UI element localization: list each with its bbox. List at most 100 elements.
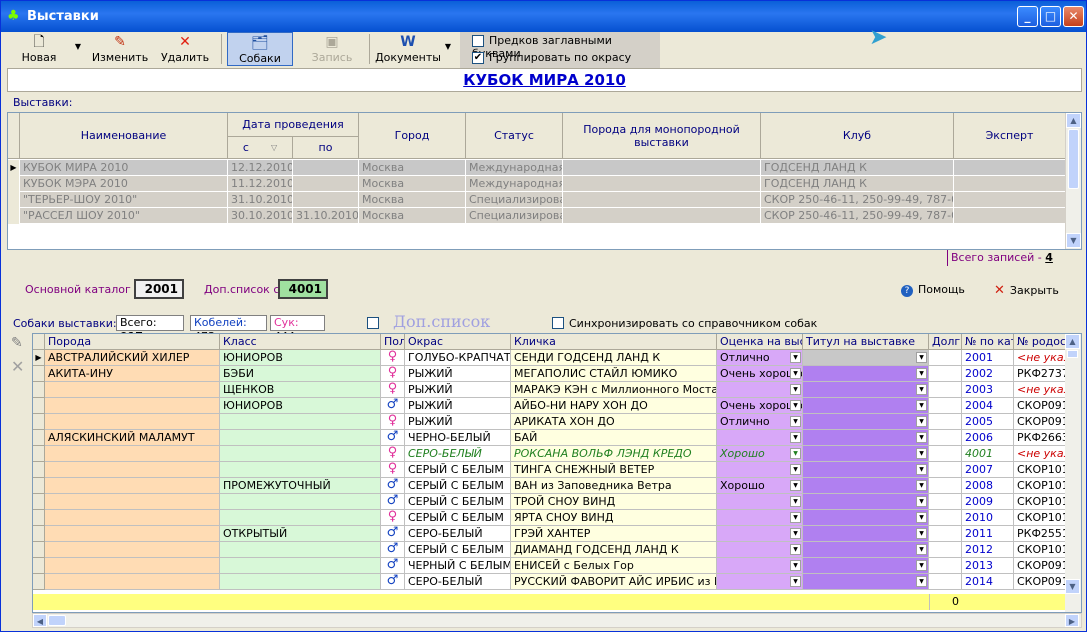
cell-name[interactable]: ДИАМАНД ГОДСЕНД ЛАНД К — [511, 542, 717, 558]
dropdown-arrow-icon[interactable]: ▼ — [790, 576, 801, 587]
col-dolg-header[interactable]: Долг — [929, 334, 962, 350]
table-row[interactable]: ♂ ЧЕРНЫЙ С БЕЛЫМ ЕНИСЕЙ с Белых Гор ▼ ▼ 2013 С… — [33, 558, 1067, 574]
help-button[interactable]: ? Помощь — [901, 283, 965, 297]
cell-eval[interactable]: ▼ — [717, 494, 803, 510]
cell-rod[interactable]: РКФ2737 — [1014, 366, 1067, 382]
cell-color[interactable]: ГОЛУБО-КРАПЧАТЫЙ — [405, 350, 511, 366]
cell-eval[interactable]: ▼ — [717, 510, 803, 526]
cell-name[interactable]: РУССКИЙ ФАВОРИТ АЙС ИРБИС из Го — [511, 574, 717, 590]
cell-num[interactable]: 2006 — [962, 430, 1014, 446]
table-row[interactable]: ОТКРЫТЫЙ ♂ СЕРО-БЕЛЫЙ ГРЭЙ ХАНТЕР ▼ ▼ 2011 РКФ2… — [33, 526, 1067, 542]
dropdown-arrow-icon[interactable]: ▼ — [916, 352, 927, 363]
cell-class[interactable] — [220, 414, 381, 430]
cell-sex[interactable]: ♂ — [381, 398, 405, 414]
cell-color[interactable]: ЧЕРНЫЙ С БЕЛЫМ — [405, 558, 511, 574]
cell-color[interactable]: СЕРО-БЕЛЫЙ — [405, 526, 511, 542]
scroll-thumb[interactable] — [1067, 350, 1078, 358]
dogs-button[interactable]: 🗂 Собаки — [227, 32, 293, 66]
col-status-header[interactable]: Статус — [466, 113, 563, 159]
dropdown-arrow-icon[interactable]: ▼ — [790, 560, 801, 571]
cell-name[interactable]: РОКСАНА ВОЛЬФ ЛЭНД КРЕДО — [511, 446, 717, 462]
col-date-to-header[interactable]: по — [293, 137, 359, 159]
col-expert-header[interactable]: Эксперт — [954, 113, 1066, 159]
cell-num[interactable]: 2002 — [962, 366, 1014, 382]
cell-class[interactable] — [220, 510, 381, 526]
cell-sex[interactable]: ♀ — [381, 350, 405, 366]
cell-eval[interactable]: ▼ — [717, 574, 803, 590]
cell-class[interactable]: БЭБИ — [220, 366, 381, 382]
dogs-grid[interactable]: Порода Класс Пол Окрас Кличка Оценка на … — [32, 333, 1082, 613]
col-class-header[interactable]: Класс — [220, 334, 381, 350]
table-row[interactable]: ПРОМЕЖУТОЧНЫЙ ♂ СЕРЫЙ С БЕЛЫМ ВАН из Запове… — [33, 478, 1067, 494]
cell-breed[interactable] — [45, 414, 220, 430]
col-name-header[interactable]: Наименование — [20, 113, 228, 159]
cell-sex[interactable]: ♀ — [381, 510, 405, 526]
dropdown-arrow-icon[interactable]: ▼ — [790, 352, 801, 363]
cell-sex[interactable]: ♂ — [381, 558, 405, 574]
cell-rod[interactable]: <не указа — [1014, 446, 1067, 462]
cell-class[interactable]: ЩЕНКОВ — [220, 382, 381, 398]
table-row[interactable]: "РАССЕЛ ШОУ 2010" 30.10.2010 31.10.2010 … — [8, 208, 1068, 224]
dropdown-arrow-icon[interactable]: ▼ — [790, 512, 801, 523]
dogs-vertical-scrollbar[interactable]: ▲ ▼ — [1065, 334, 1081, 612]
cell-color[interactable]: СЕРЫЙ С БЕЛЫМ — [405, 478, 511, 494]
dropdown-arrow-icon[interactable]: ▼ — [916, 432, 927, 443]
cell-breed[interactable] — [45, 542, 220, 558]
cell-rod[interactable]: СКОР091 — [1014, 558, 1067, 574]
dropdown-arrow-icon[interactable]: ▼ — [916, 368, 927, 379]
cell-eval[interactable]: ▼ — [717, 526, 803, 542]
cell-title[interactable]: ▼ — [803, 526, 929, 542]
table-row[interactable]: АКИТА-ИНУ БЭБИ ♀ РЫЖИЙ МЕГАПОЛИС СТАЙЛ ЮМИКО… — [33, 366, 1067, 382]
dropdown-arrow-icon[interactable]: ▼ — [916, 560, 927, 571]
col-breed-header[interactable]: Порода — [45, 334, 220, 350]
cell-dolg[interactable] — [929, 414, 962, 430]
cell-name[interactable]: ВАН из Заповедника Ветра — [511, 478, 717, 494]
cell-breed[interactable] — [45, 494, 220, 510]
dropdown-arrow-icon[interactable]: ▼ — [790, 400, 801, 411]
cell-dolg[interactable] — [929, 446, 962, 462]
cell-color[interactable]: РЫЖИЙ — [405, 414, 511, 430]
col-club-header[interactable]: Клуб — [761, 113, 954, 159]
cell-title[interactable]: ▼ — [803, 350, 929, 366]
dropdown-arrow-icon[interactable]: ▼ — [916, 384, 927, 395]
scroll-left-icon[interactable]: ◀ — [33, 614, 47, 627]
cell-num[interactable]: 2009 — [962, 494, 1014, 510]
table-row[interactable]: ♀ СЕРЫЙ С БЕЛЫМ ТИНГА СНЕЖНЫЙ ВЕТЕР ▼ ▼ 2007 С… — [33, 462, 1067, 478]
dropdown-arrow-icon[interactable]: ▼ — [790, 496, 801, 507]
cell-eval[interactable]: ▼ — [717, 382, 803, 398]
col-city-header[interactable]: Город — [359, 113, 466, 159]
close-button[interactable]: ✕ — [1063, 6, 1084, 27]
main-catalog-field[interactable]: 2001 — [134, 279, 184, 299]
scroll-right-icon[interactable]: ▶ — [1065, 614, 1079, 627]
cell-eval[interactable]: ▼ — [717, 558, 803, 574]
table-row[interactable]: ♂ СЕРЫЙ С БЕЛЫМ ДИАМАНД ГОДСЕНД ЛАНД К ▼ ▼ 20… — [33, 542, 1067, 558]
cell-dolg[interactable] — [929, 494, 962, 510]
table-row[interactable]: АЛЯСКИНСКИЙ МАЛАМУТ ♂ ЧЕРНО-БЕЛЫЙ БАЙ ▼ ▼ 2006… — [33, 430, 1067, 446]
col-num-header[interactable]: № по кат — [962, 334, 1014, 350]
cell-dolg[interactable] — [929, 542, 962, 558]
cell-eval[interactable]: ▼ — [717, 542, 803, 558]
table-row[interactable]: ▶ АВСТРАЛИЙСКИЙ ХИЛЕР ЮНИОРОВ ♀ ГОЛУБО-КРАПЧ… — [33, 350, 1067, 366]
cell-title[interactable]: ▼ — [803, 430, 929, 446]
cell-breed[interactable] — [45, 382, 220, 398]
cell-rod[interactable]: РКФ2663 — [1014, 430, 1067, 446]
col-breed-header[interactable]: Порода для монопородной выставки — [563, 113, 761, 159]
cell-name[interactable]: АЙБО-НИ НАРУ ХОН ДО — [511, 398, 717, 414]
dropdown-arrow-icon[interactable]: ▼ — [916, 448, 927, 459]
col-rod-header[interactable]: № родосл — [1014, 334, 1067, 350]
cell-num[interactable]: 2011 — [962, 526, 1014, 542]
cell-class[interactable] — [220, 574, 381, 590]
dop-list-label[interactable]: Доп.список — [393, 312, 490, 331]
cell-name[interactable]: ЕНИСЕЙ с Белых Гор — [511, 558, 717, 574]
cell-name[interactable]: СЕНДИ ГОДСЕНД ЛАНД К — [511, 350, 717, 366]
cell-breed[interactable]: АВСТРАЛИЙСКИЙ ХИЛЕР — [45, 350, 220, 366]
cell-num[interactable]: 4001 — [962, 446, 1014, 462]
dropdown-arrow-icon[interactable]: ▼ — [916, 480, 927, 491]
table-row[interactable]: ▶ КУБОК МИРА 2010 12.12.2010 Москва Межд… — [8, 160, 1068, 176]
cell-sex[interactable]: ♂ — [381, 430, 405, 446]
new-button[interactable]: 🗋 Новая — [7, 32, 71, 66]
cell-color[interactable]: СЕРЫЙ С БЕЛЫМ — [405, 462, 511, 478]
cell-dolg[interactable] — [929, 382, 962, 398]
dropdown-arrow-icon[interactable]: ▼ — [790, 368, 801, 379]
dropdown-arrow-icon[interactable]: ▼ — [916, 512, 927, 523]
